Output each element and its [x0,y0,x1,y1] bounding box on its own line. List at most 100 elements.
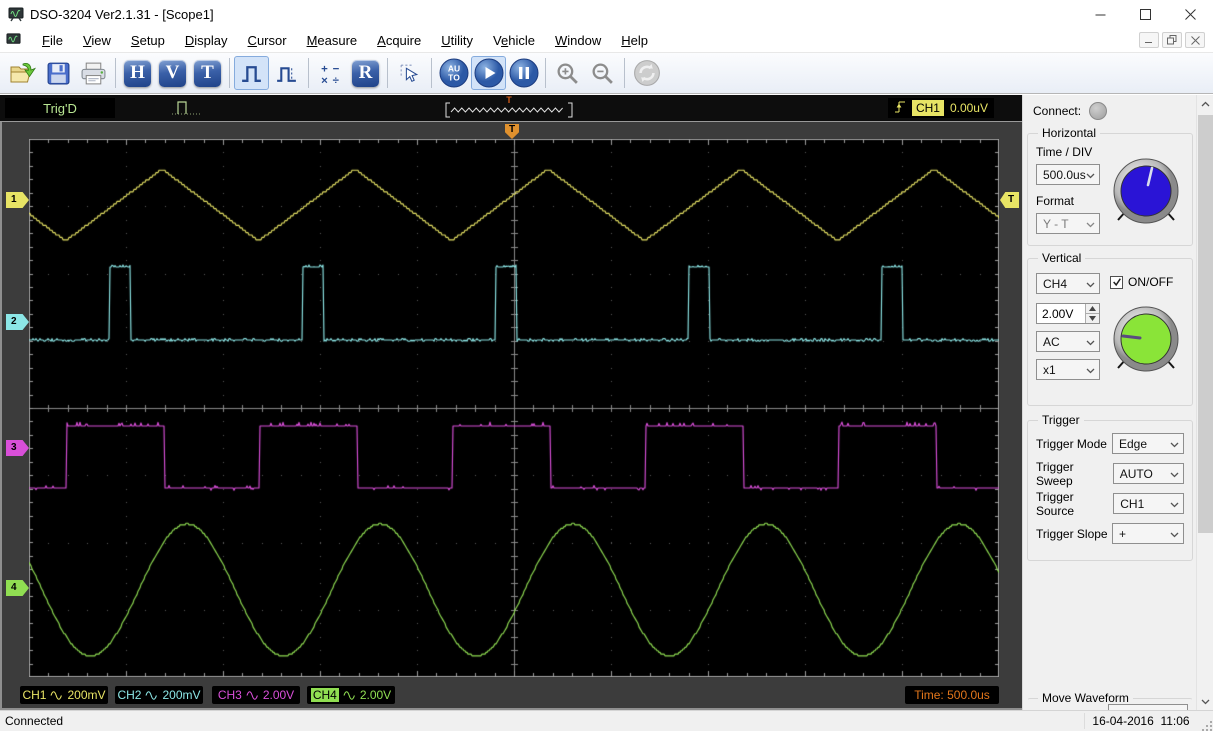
chevron-down-icon [1086,168,1095,182]
main-area: Trig'D T CH1 0.00uV T Time: 500.0us CH1 … [0,95,1213,710]
waveform-canvas[interactable] [29,139,999,677]
toolbar-separator [624,58,625,88]
menu-item-measure[interactable]: Measure [297,30,368,51]
pulse-trigger-button[interactable] [269,56,304,90]
ac-coupling-icon [145,690,158,700]
channel-2-position-marker[interactable]: 2 [6,314,29,330]
time-div-select[interactable]: 500.0us [1036,164,1100,185]
trigger-group-rows: Trigger Mode Edge Trigger Sweep AUTO Trigger… [1028,421,1192,560]
math-icon: + −× ÷ [321,63,339,86]
trigger-position-marker[interactable]: T [505,124,519,139]
menu-item-acquire[interactable]: Acquire [367,30,431,51]
zoom-in-icon [557,63,578,84]
onoff-label: ON/OFF [1128,275,1174,289]
connect-row: Connect: [1033,102,1108,120]
channel-3-position-marker[interactable]: 3 [6,440,29,456]
trig-bar: Trig'D T CH1 0.00uV [0,95,1022,122]
spin-up-button[interactable] [1086,304,1099,313]
channel-1-position-marker[interactable]: 1 [6,192,29,208]
save-button[interactable] [41,56,76,90]
trigger-source-select[interactable]: CH1 [1113,493,1184,514]
probe-select[interactable]: x1 [1036,359,1100,380]
vertical-menu-button[interactable]: V [155,56,190,90]
toolbar-separator [308,58,309,88]
math-button[interactable]: + − × ÷ [313,56,348,90]
channel-name: CH1 [22,688,47,702]
volts-div-spinner[interactable]: 2.00V [1036,303,1100,324]
coupling-select[interactable]: AC [1036,331,1100,352]
menu-item-display[interactable]: Display [175,30,238,51]
trigger-row: Trigger Source CH1 [1036,490,1184,518]
spin-down-button[interactable] [1086,313,1099,323]
menu-item-help[interactable]: Help [611,30,658,51]
scroll-up-button[interactable] [1197,95,1213,112]
mdi-minimize-button[interactable] [1139,32,1159,48]
scroll-down-button[interactable] [1197,693,1213,710]
trigger-level-value: 0.00uV [949,101,988,115]
menu-item-vehicle[interactable]: Vehicle [483,30,545,51]
menu-item-utility[interactable]: Utility [431,30,483,51]
toolbar-separator [387,58,388,88]
trigger-slope-select[interactable]: + [1112,523,1184,544]
menu-item-view[interactable]: View [73,30,121,51]
scrollbar-thumb[interactable] [1198,115,1213,533]
channel-4-position-marker[interactable]: 4 [6,580,29,596]
scope-column: Trig'D T CH1 0.00uV T Time: 500.0us CH1 … [0,95,1022,710]
menu-item-setup[interactable]: Setup [121,30,175,51]
menu-item-cursor[interactable]: Cursor [238,30,297,51]
close-button[interactable] [1168,0,1213,28]
channel-name: CH4 [310,688,339,702]
channel-onoff-checkbox[interactable] [1110,275,1123,289]
minimize-button[interactable] [1078,0,1123,28]
menu-item-window[interactable]: Window [545,30,611,51]
menu-item-file[interactable]: File [32,30,73,51]
status-datetime: 16-04-2016 11:06 [1092,714,1190,728]
channel-scale-value: 2.00V [262,688,295,702]
chevron-down-icon [1086,363,1095,377]
autoset-button[interactable]: AU TO [436,56,471,90]
resize-grip[interactable] [1197,711,1213,731]
zoom-out-button[interactable] [585,56,620,90]
trigger-mode-select[interactable]: Edge [1112,433,1184,454]
move-waveform-group: Move Waveform [1027,691,1193,710]
vertical-knob[interactable] [1110,303,1182,375]
channel-label-ch1[interactable]: CH1 200mV [20,686,108,704]
reference-button[interactable]: R [348,56,383,90]
open-icon [10,62,37,82]
ac-coupling-icon [50,690,63,700]
channel-label-ch4[interactable]: CH4 2.00V [307,686,395,704]
channel-label-ch3[interactable]: CH3 2.00V [212,686,300,704]
edge-trigger-button[interactable] [234,56,269,90]
trigger-row: Trigger Slope + [1036,523,1184,544]
trigger-sweep-select[interactable]: AUTO [1112,463,1184,484]
mdi-restore-button[interactable] [1162,32,1182,48]
pulse-width-icon [277,66,296,82]
document-icon [6,32,22,48]
trigger-row-label: Trigger Sweep [1036,459,1074,488]
chevron-down-icon [1170,467,1179,481]
trigger-menu-button[interactable]: T [190,56,225,90]
print-button[interactable] [76,56,111,90]
cursor-button[interactable] [392,56,427,90]
open-button[interactable] [6,56,41,90]
zoom-in-button[interactable] [550,56,585,90]
rising-edge-icon [894,99,906,118]
maximize-button[interactable] [1123,0,1168,28]
vertical-channel-select[interactable]: CH4 [1036,273,1100,294]
time-position-label: Time: 500.0us [905,686,999,704]
toolbar-separator [115,58,116,88]
horizontal-knob[interactable] [1110,155,1182,227]
panel-scrollbar[interactable] [1196,95,1213,710]
ac-coupling-icon [343,690,355,700]
horizontal-menu-button[interactable]: H [120,56,155,90]
run-button[interactable] [471,56,506,90]
mdi-close-button[interactable] [1185,32,1205,48]
trigger-level-marker[interactable]: T [1000,192,1019,208]
vertical-group: Vertical CH4 ON/OFF 2.00V AC x1 [1027,251,1193,406]
format-select[interactable]: Y - T [1036,213,1100,234]
pause-button[interactable] [506,56,541,90]
refresh-connection-button[interactable] [629,56,664,90]
trigger-group: Trigger Trigger Mode Edge Trigger Sweep AUT… [1027,413,1193,561]
waveform-preview[interactable]: T [443,95,575,120]
channel-label-ch2[interactable]: CH2 200mV [115,686,203,704]
